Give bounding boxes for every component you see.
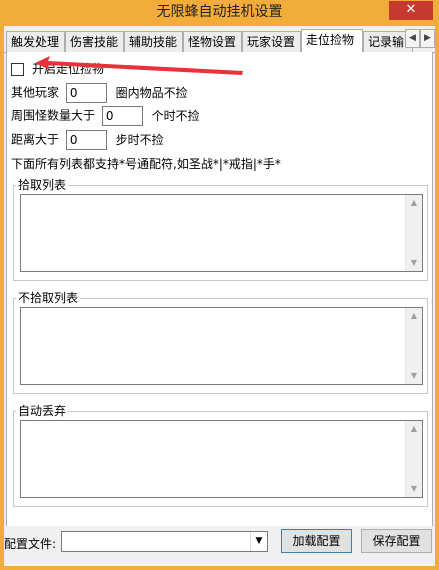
load-config-button[interactable]: 加载配置 — [281, 529, 352, 553]
pickup-list-group: 拾取列表 ▲ ▼ — [13, 177, 428, 281]
autodrop-list-textarea[interactable]: ▲ ▼ — [20, 420, 423, 498]
distance-suffix: 步时不捡 — [115, 132, 164, 147]
enable-pickup-checkbox[interactable] — [11, 63, 24, 76]
scroll-up-icon[interactable]: ▲ — [406, 195, 422, 211]
other-player-input[interactable]: 0 — [65, 83, 107, 103]
monster-count-suffix: 个时不捡 — [151, 108, 200, 123]
other-player-row: 其他玩家 0 圈内物品不捡 — [11, 83, 188, 103]
pickup-list-textarea[interactable]: ▲ ▼ — [20, 194, 423, 272]
tab-movement-pickup[interactable]: 走位捡物 — [301, 29, 363, 52]
enable-pickup-label: 开启走位捡物 — [32, 62, 105, 76]
autodrop-list-scrollbar[interactable]: ▲ ▼ — [405, 421, 422, 497]
close-button[interactable]: ✕ — [389, 1, 433, 20]
pickup-panel: 开启走位捡物 其他玩家 0 圈内物品不捡 周围怪数量大于 0 个时不捡 距离大于… — [6, 52, 433, 534]
distance-label: 距离大于 — [11, 132, 60, 147]
window-client: 触发处理 伤害技能 辅助技能 怪物设置 玩家设置 走位捡物 记录输 ◀ ▶ 开启走… — [4, 26, 435, 566]
bottom-bar: 配置文件: ▼ 加载配置 保存配置 — [4, 526, 435, 566]
tab-strip: 触发处理 伤害技能 辅助技能 怪物设置 玩家设置 走位捡物 记录输 — [4, 29, 435, 53]
enable-pickup-row[interactable]: 开启走位捡物 — [11, 60, 104, 77]
other-player-label: 其他玩家 — [11, 85, 60, 100]
scroll-down-icon[interactable]: ▼ — [406, 481, 422, 497]
tab-trigger[interactable]: 触发处理 — [6, 31, 65, 52]
pickup-list-scrollbar[interactable]: ▲ ▼ — [405, 195, 422, 271]
wildcard-hint: 下面所有列表都支持*号通配符,如圣战*|*戒指|*手* — [11, 157, 281, 171]
nopickup-list-title: 不拾取列表 — [16, 290, 81, 306]
scroll-up-icon[interactable]: ▲ — [406, 421, 422, 437]
other-player-suffix: 圈内物品不捡 — [115, 85, 188, 100]
scroll-up-icon[interactable]: ▲ — [406, 308, 422, 324]
tab-monster-settings[interactable]: 怪物设置 — [183, 31, 242, 52]
monster-count-input[interactable]: 0 — [101, 106, 143, 126]
scroll-down-icon[interactable]: ▼ — [406, 255, 422, 271]
autodrop-list-title: 自动丢弃 — [16, 403, 69, 419]
pickup-list-title: 拾取列表 — [16, 177, 69, 193]
tab-player-settings[interactable]: 玩家设置 — [242, 31, 301, 52]
monster-count-row: 周围怪数量大于 0 个时不捡 — [11, 106, 200, 126]
window-titlebar: 无限蜂自动挂机设置 ✕ — [0, 0, 439, 26]
distance-row: 距离大于 0 步时不捡 — [11, 130, 164, 150]
config-file-select[interactable]: ▼ — [61, 531, 268, 552]
save-config-button[interactable]: 保存配置 — [361, 529, 432, 553]
nopickup-list-scrollbar[interactable]: ▲ ▼ — [405, 308, 422, 384]
tab-assist-skills[interactable]: 辅助技能 — [124, 31, 183, 52]
close-icon: ✕ — [405, 2, 417, 17]
config-file-label: 配置文件: — [4, 537, 57, 551]
monster-count-label: 周围怪数量大于 — [11, 108, 96, 123]
distance-input[interactable]: 0 — [65, 130, 107, 150]
chevron-right-icon[interactable]: ▶ — [420, 29, 435, 48]
chevron-left-icon[interactable]: ◀ — [405, 29, 420, 48]
nopickup-list-textarea[interactable]: ▲ ▼ — [20, 307, 423, 385]
chevron-down-icon[interactable]: ▼ — [250, 532, 267, 551]
window-title: 无限蜂自动挂机设置 — [156, 4, 283, 20]
autodrop-list-group: 自动丢弃 ▲ ▼ — [13, 403, 428, 507]
scroll-down-icon[interactable]: ▼ — [406, 368, 422, 384]
tab-damage-skills[interactable]: 伤害技能 — [65, 31, 124, 52]
nopickup-list-group: 不拾取列表 ▲ ▼ — [13, 290, 428, 394]
tab-scroll-buttons: ◀ ▶ — [405, 29, 435, 48]
